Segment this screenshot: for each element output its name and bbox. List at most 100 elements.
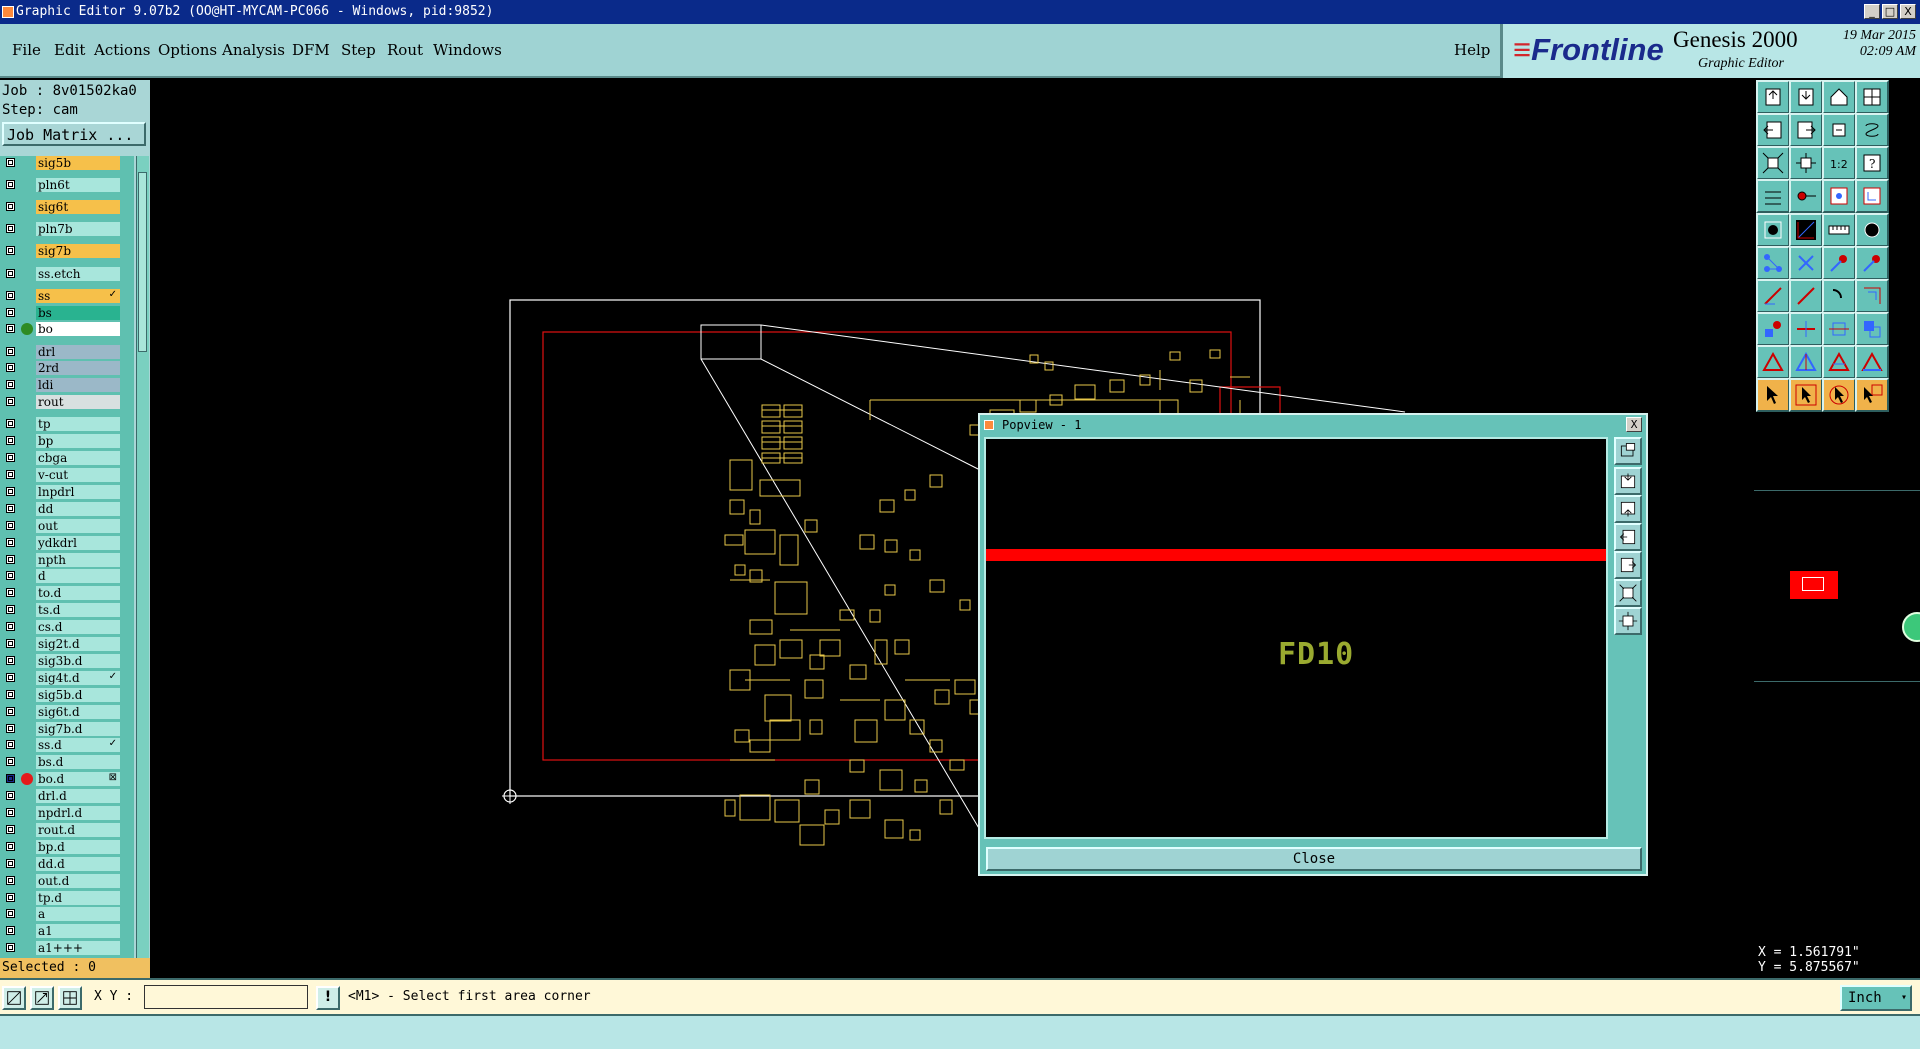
menu-file[interactable]: File [12, 41, 41, 59]
move-red-button[interactable] [1756, 312, 1790, 346]
menu-rout[interactable]: Rout [387, 41, 423, 59]
layer-checkbox[interactable] [6, 453, 15, 463]
layer-row-bp-d[interactable]: bp.d [0, 839, 120, 854]
layer-name[interactable]: to.d [36, 586, 120, 601]
overview-panel[interactable] [1754, 490, 1920, 682]
layer-row-sig5b-d[interactable]: sig5b.d [0, 687, 120, 702]
layer-row-sig6t[interactable]: sig6t [0, 200, 120, 215]
layer-row-npth[interactable]: npth [0, 552, 120, 567]
layer-row-tp-d[interactable]: tp.d [0, 890, 120, 905]
layer-name[interactable]: bs.d [36, 755, 120, 770]
layer-name[interactable]: rout [36, 395, 120, 410]
layer-row-ss-d[interactable]: ss.d ✓ [0, 738, 120, 753]
ruler-button[interactable] [1822, 213, 1856, 247]
menu-windows[interactable]: Windows [433, 41, 502, 59]
arc-tool-button[interactable] [1822, 279, 1856, 313]
layer-row-drl[interactable]: drl [0, 344, 120, 359]
layer-row-2rd[interactable]: 2rd [0, 361, 120, 376]
layer-name[interactable]: 2rd [36, 361, 120, 376]
transform-button[interactable] [1855, 312, 1889, 346]
popview-close-x[interactable]: X [1626, 417, 1642, 432]
layer-checkbox[interactable] [6, 224, 15, 234]
popview-title-bar[interactable]: Popview - 1 X [980, 415, 1646, 435]
xy-input[interactable] [144, 985, 308, 1009]
line-red-button[interactable] [1756, 279, 1790, 313]
layer-checkbox[interactable] [6, 706, 15, 716]
cross-feature-button[interactable] [1789, 246, 1823, 280]
layer-checkbox[interactable] [6, 380, 15, 390]
menu-analysis[interactable]: Analysis [222, 41, 285, 59]
layer-checkbox[interactable] [6, 486, 15, 496]
zoom-back-button[interactable] [1822, 113, 1856, 147]
triangle-red-button[interactable] [1756, 345, 1790, 379]
menu-step[interactable]: Step [341, 41, 376, 59]
layer-name[interactable]: dd [36, 501, 120, 516]
zoom-home-button[interactable] [1756, 80, 1790, 114]
popview-center-button[interactable] [1614, 607, 1642, 635]
layer-name[interactable]: ydkdrl [36, 535, 120, 550]
layer-checkbox[interactable] [6, 537, 15, 547]
layer-checkbox[interactable] [6, 346, 15, 356]
layer-list-scrollbar[interactable] [136, 156, 149, 1036]
layer-checkbox[interactable] [6, 202, 15, 212]
layer-checkbox[interactable] [6, 588, 15, 598]
layer-name[interactable]: sig2t.d [36, 637, 120, 651]
layer-name[interactable]: cs.d [36, 620, 120, 635]
layer-checkbox[interactable] [6, 943, 15, 953]
layer-checkbox[interactable] [6, 757, 15, 767]
layer-checkbox[interactable] [6, 307, 15, 317]
snap-point-button[interactable] [1789, 179, 1823, 213]
popview-zoom-in-button[interactable] [1614, 467, 1642, 495]
layer-checkbox[interactable] [6, 520, 15, 530]
layer-row-out[interactable]: out [0, 518, 120, 533]
layer-row-dd-d[interactable]: dd.d [0, 856, 120, 871]
layer-checkbox[interactable] [6, 791, 15, 801]
measure-mode-button[interactable] [30, 986, 54, 1010]
layer-checkbox[interactable] [6, 470, 15, 479]
layer-row-out-d[interactable]: out.d [0, 873, 120, 888]
info-button[interactable]: ! [316, 986, 340, 1010]
layer-checkbox[interactable] [6, 808, 15, 817]
menu-options[interactable]: Options [158, 41, 217, 59]
zoom-window-button[interactable] [1855, 80, 1889, 114]
layer-name[interactable]: sig5b.d [36, 687, 120, 702]
layer-row-sig6t-d[interactable]: sig6t.d [0, 704, 120, 719]
layer-checkbox[interactable] [6, 622, 15, 632]
layer-name[interactable]: npth [36, 552, 120, 567]
menu-help[interactable]: Help [1454, 41, 1490, 59]
layer-row-sig3b-d[interactable]: sig3b.d [0, 653, 120, 668]
popview-zoom-home-button[interactable] [1614, 437, 1642, 465]
layer-checkbox[interactable] [6, 290, 15, 300]
net-trace-button[interactable] [1822, 179, 1856, 213]
layer-row-tp[interactable]: tp [0, 417, 120, 432]
select-pointer-2-button[interactable] [1789, 378, 1823, 412]
layer-checkbox[interactable] [6, 723, 15, 733]
layer-row-bs[interactable]: bs [0, 305, 120, 320]
layer-name[interactable]: ss.etch [36, 266, 120, 281]
layer-checkbox[interactable] [6, 841, 15, 851]
layer-name[interactable]: ss ✓ [36, 288, 120, 303]
select-multi-button[interactable] [1855, 378, 1889, 412]
maximize-button[interactable]: □ [1882, 4, 1898, 19]
layer-name[interactable]: sig4t.d ✓ [36, 670, 120, 685]
layer-row-ts-d[interactable]: ts.d [0, 603, 120, 618]
layer-row-ss-etch[interactable]: ss.etch [0, 266, 120, 281]
layer-name[interactable]: dd.d [36, 856, 120, 871]
select-pad-button[interactable] [1756, 213, 1790, 247]
layer-checkbox[interactable] [6, 503, 15, 513]
layer-row-npdrl-d[interactable]: npdrl.d [0, 806, 120, 820]
pan-right-button[interactable] [1789, 113, 1823, 147]
layer-row-a1[interactable]: a1 [0, 924, 120, 939]
scale-1-2-button[interactable]: 1:2 [1822, 146, 1856, 180]
scrollbar-thumb[interactable] [138, 172, 147, 352]
add-arc-red-button[interactable] [1822, 246, 1856, 280]
popview-pan-right-button[interactable] [1614, 551, 1642, 579]
layer-row-sig7b-d[interactable]: sig7b.d [0, 721, 120, 736]
shape-a-button[interactable] [1822, 345, 1856, 379]
select-pointer-3-button[interactable] [1822, 378, 1856, 412]
layer-row-cbga[interactable]: cbga [0, 451, 120, 466]
layer-checkbox[interactable] [6, 740, 15, 750]
layer-checkbox[interactable] [6, 436, 15, 446]
menu-edit[interactable]: Edit [54, 41, 85, 59]
popview-zoom-out-button[interactable] [1614, 495, 1642, 523]
